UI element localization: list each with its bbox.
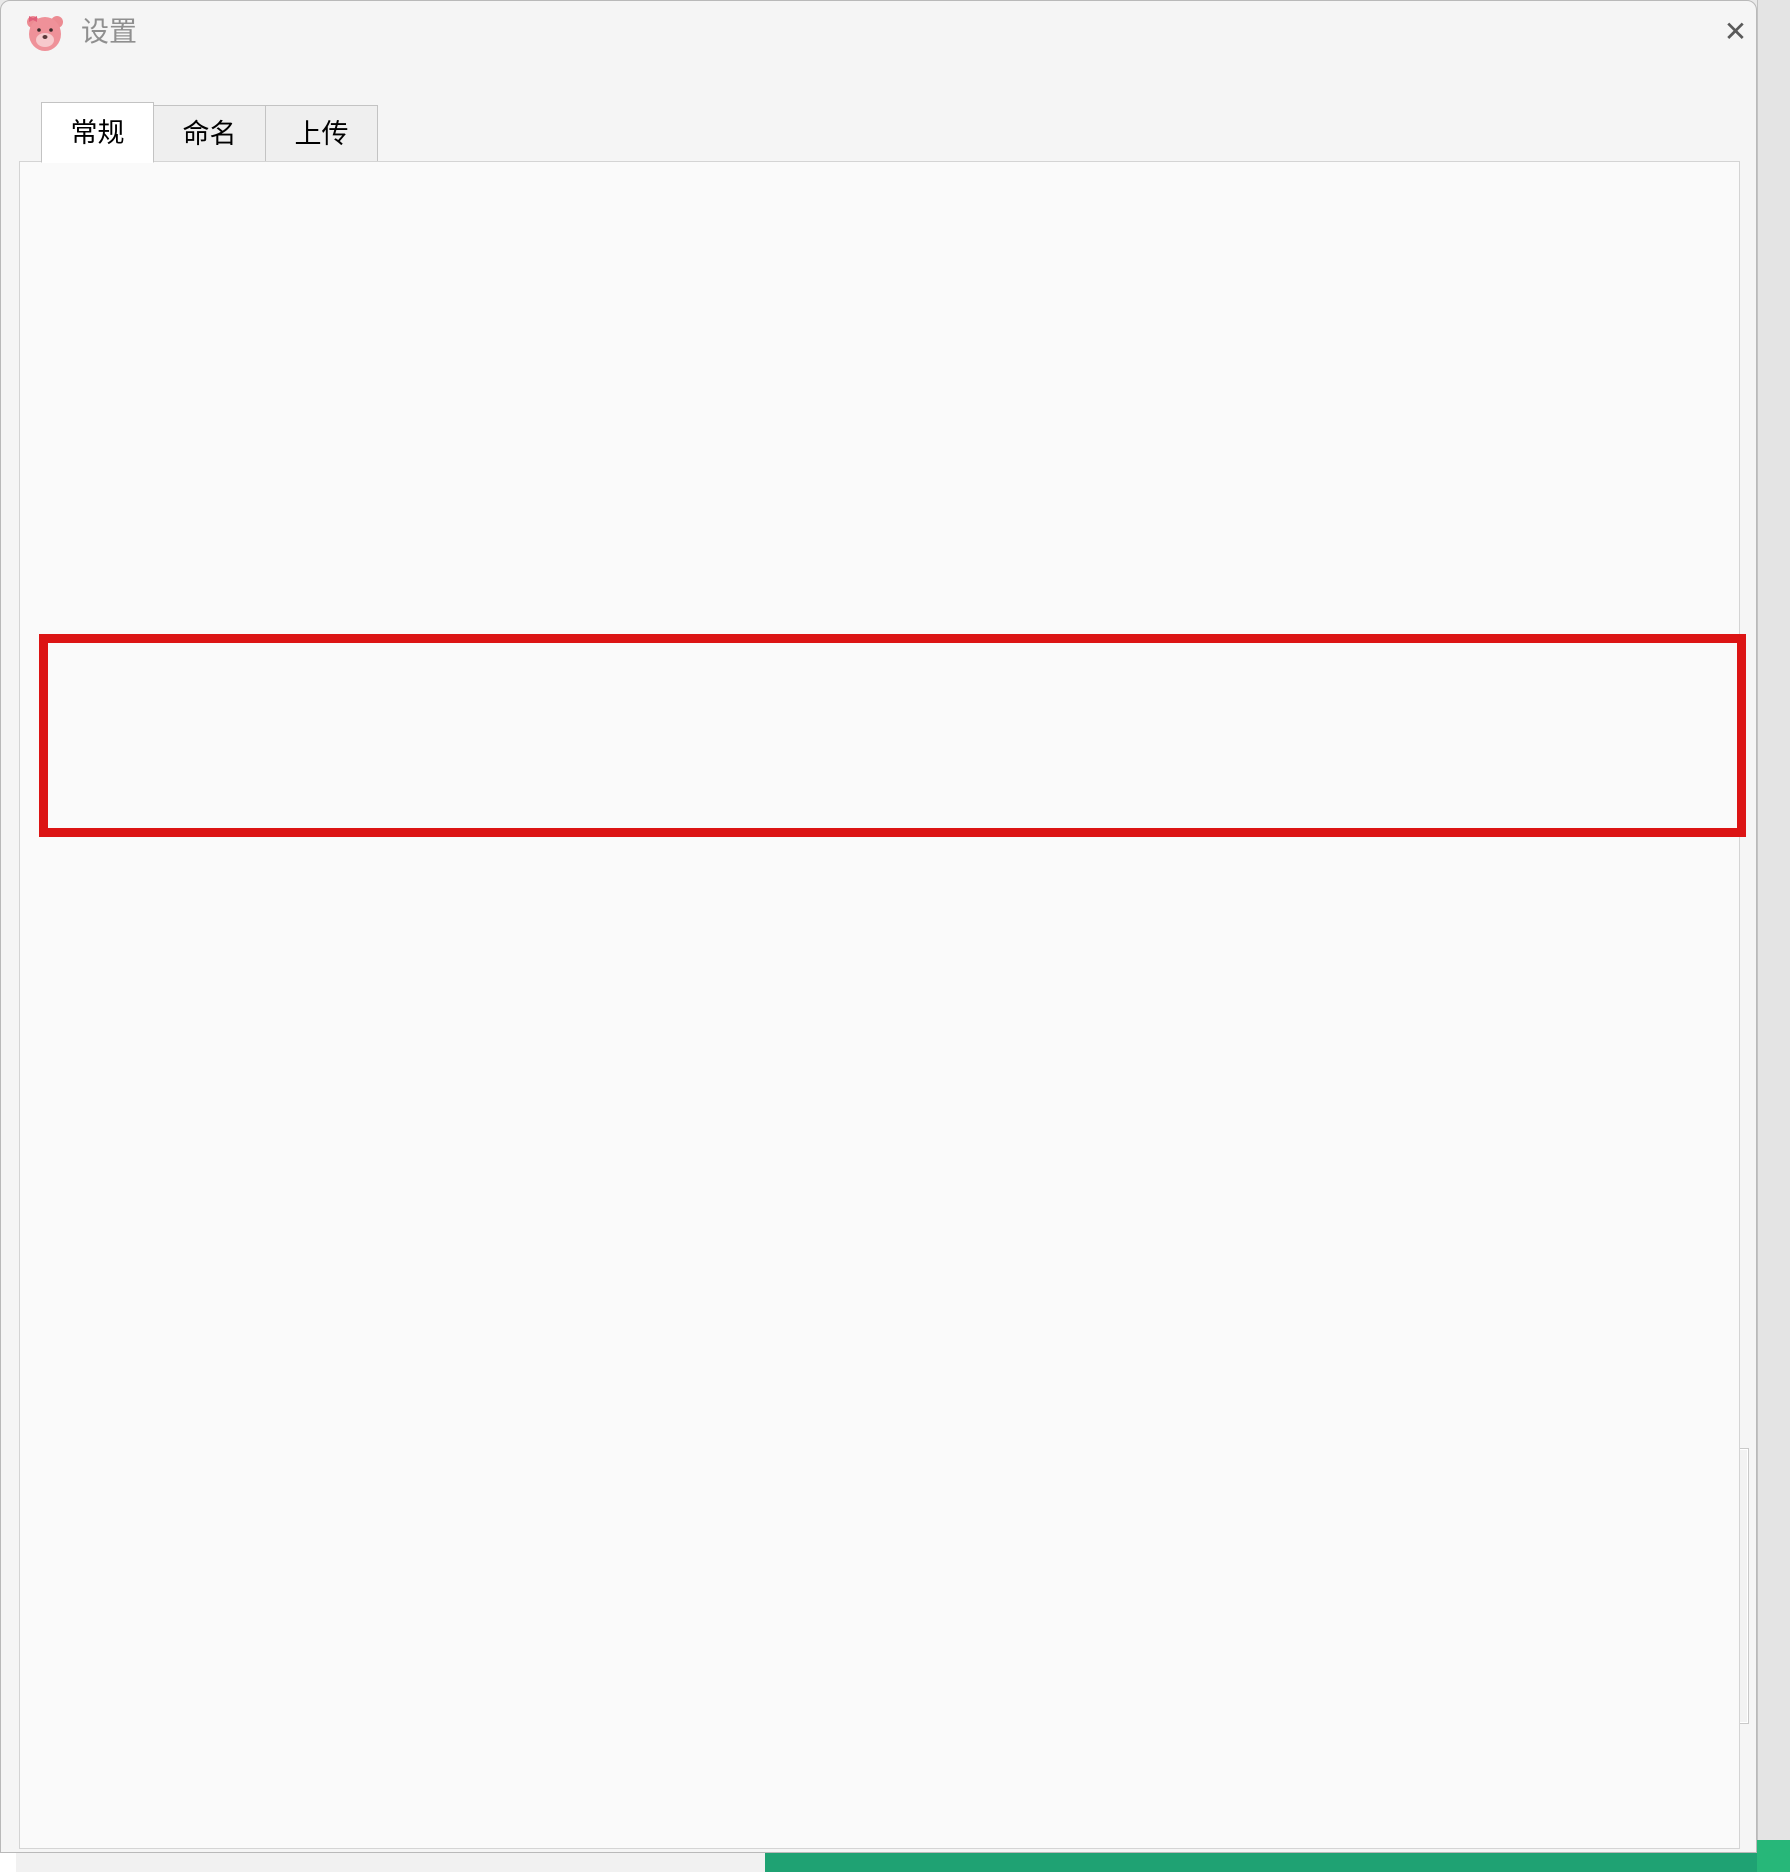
settings-dialog: 设置 ✕ 常规 命名 上传 首选PT Gen: http://ptgen.yfb… <box>0 0 1757 1853</box>
title-bar: 设置 ✕ <box>1 1 1756 63</box>
background-app-white-sliver <box>0 1853 16 1872</box>
app-logo-icon <box>25 12 65 52</box>
tab-naming[interactable]: 命名 <box>153 105 266 162</box>
tab-upload[interactable]: 上传 <box>265 105 378 162</box>
background-app-green-corner <box>1757 1840 1790 1872</box>
close-icon[interactable]: ✕ <box>1713 1 1758 63</box>
background-app-right-strip <box>1757 0 1790 1872</box>
tab-general[interactable]: 常规 <box>41 102 154 163</box>
tab-panel <box>19 161 1740 1849</box>
window-title: 设置 <box>81 1 137 63</box>
background-app-teal-bar <box>765 1853 1790 1872</box>
